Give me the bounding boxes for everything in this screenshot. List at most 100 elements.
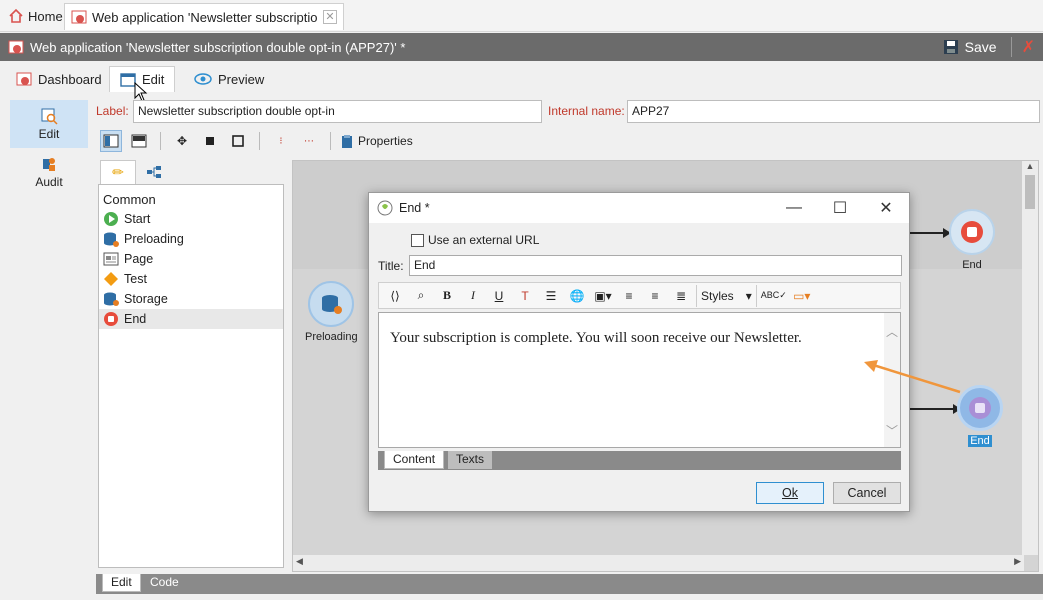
- palette-item-end[interactable]: End: [99, 309, 283, 329]
- title-caption: Title:: [378, 259, 404, 273]
- node-label-selected: End: [968, 435, 992, 447]
- save-button[interactable]: Save: [943, 39, 997, 55]
- editor-toolbar: ⟨⟩ ⌕ B I U T ☰ 🌐 ▣▾ ≡ ≡ ≣ Styles ▾ ABC✓ …: [378, 282, 901, 309]
- align-horizontal-icon[interactable]: ⋯: [298, 130, 320, 152]
- scroll-right-icon[interactable]: ▶: [1014, 556, 1021, 567]
- palette-item-test[interactable]: Test: [99, 269, 283, 289]
- align-left-icon[interactable]: ≡: [618, 285, 640, 307]
- minimize-icon[interactable]: —: [771, 193, 817, 223]
- palette-item-label: Page: [124, 252, 154, 266]
- external-url-label: Use an external URL: [428, 233, 540, 247]
- nav-edit[interactable]: Edit: [10, 100, 88, 148]
- insert-image-icon[interactable]: ▣▾: [592, 285, 614, 307]
- scroll-down-icon[interactable]: ﹀: [884, 422, 900, 439]
- dialog-app-icon: [377, 200, 393, 216]
- close-tab-icon[interactable]: ✕: [323, 10, 337, 24]
- palette-item-storage[interactable]: Storage: [99, 289, 283, 309]
- styles-dropdown[interactable]: Styles ▾: [696, 284, 757, 307]
- tab-content[interactable]: Content: [384, 451, 445, 469]
- ok-label: Ok: [782, 486, 798, 500]
- title-field[interactable]: End: [409, 255, 902, 276]
- tab-preview-label: Preview: [218, 71, 265, 87]
- home-icon: [9, 8, 23, 23]
- ok-button[interactable]: Ok: [756, 482, 824, 504]
- internal-name-field[interactable]: APP27: [627, 100, 1040, 123]
- layout-left-icon[interactable]: [100, 130, 122, 152]
- tab-activities[interactable]: ✏: [100, 160, 136, 184]
- left-nav: Edit Audit: [10, 100, 88, 590]
- checkbox-box[interactable]: [411, 233, 424, 247]
- scroll-up-icon[interactable]: ︿: [884, 323, 900, 340]
- floppy-icon: [943, 40, 958, 54]
- eye-icon: [194, 73, 212, 85]
- scroll-thumb[interactable]: [1025, 175, 1035, 209]
- align-center-icon[interactable]: ≡: [644, 285, 666, 307]
- tab-dashboard[interactable]: Dashboard: [6, 66, 112, 92]
- cancel-button[interactable]: Cancel: [833, 482, 901, 504]
- toolbar-separator: [160, 132, 161, 150]
- webapp-icon: [8, 40, 24, 54]
- label-field[interactable]: Newsletter subscription double opt-in: [133, 100, 542, 123]
- spellcheck-icon[interactable]: ABC✓: [761, 285, 787, 307]
- source-code-icon[interactable]: ⟨⟩: [384, 285, 406, 307]
- editor-tabs: Content Texts: [378, 451, 901, 470]
- fit-icon[interactable]: ✥: [171, 130, 193, 152]
- palette-item-start[interactable]: Start: [99, 209, 283, 229]
- text-color-icon[interactable]: T: [514, 285, 536, 307]
- stop-icon: [104, 312, 118, 326]
- node-preloading[interactable]: Preloading: [305, 281, 358, 343]
- layout-top-icon[interactable]: [128, 130, 150, 152]
- scroll-left-icon[interactable]: ◀: [296, 556, 303, 567]
- palette-item-preloading[interactable]: Preloading: [99, 229, 283, 249]
- properties-button[interactable]: Properties: [341, 134, 413, 149]
- webapp-icon: [71, 10, 87, 24]
- find-binoculars-icon[interactable]: ⌕: [410, 285, 432, 307]
- end-dialog: End * — ☐ ✕ Use an external URL Title: E…: [368, 192, 910, 512]
- tab-dashboard-label: Dashboard: [38, 71, 102, 87]
- pencil-icon: ✏: [112, 164, 124, 180]
- scroll-up-icon[interactable]: ▲: [1022, 161, 1038, 171]
- align-justify-icon[interactable]: ≣: [670, 285, 692, 307]
- database-icon: [104, 232, 119, 247]
- link-globe-icon[interactable]: 🌐: [566, 285, 588, 307]
- italic-icon[interactable]: I: [462, 285, 484, 307]
- top-tab-bar: Home Web application 'Newsletter subscri…: [0, 0, 1043, 32]
- palette-item-label: Preloading: [124, 232, 184, 246]
- preloading-node-circle: [308, 281, 355, 327]
- personalization-icon[interactable]: ▭▾: [791, 285, 813, 307]
- tab-hierarchy[interactable]: [136, 160, 172, 184]
- maximize-icon[interactable]: ☐: [817, 193, 863, 223]
- activity-palette: Common Start Preloading Page Test Storag…: [98, 184, 284, 568]
- start-icon: [104, 212, 118, 226]
- bullet-list-icon[interactable]: ☰: [540, 285, 562, 307]
- annotation-arrow: [864, 360, 961, 394]
- dialog-title: End *: [399, 201, 430, 215]
- node-end-top[interactable]: End: [949, 209, 995, 271]
- align-vertical-icon[interactable]: ⁝: [270, 130, 292, 152]
- palette-item-page[interactable]: Page: [99, 249, 283, 269]
- chevron-down-icon: ▾: [745, 288, 752, 303]
- edit-search-icon: [41, 108, 58, 125]
- document-tab[interactable]: Web application 'Newsletter subscription…: [64, 3, 344, 30]
- content-editor[interactable]: Your subscription is complete. You will …: [378, 312, 901, 448]
- close-editor-icon[interactable]: ✗: [1022, 37, 1035, 57]
- close-icon[interactable]: ✕: [863, 193, 909, 223]
- palette-item-label: End: [124, 312, 147, 326]
- horizontal-scrollbar[interactable]: ◀ ▶: [293, 555, 1024, 571]
- label-caption: Label:: [96, 104, 129, 118]
- tab-preview[interactable]: Preview: [184, 66, 274, 92]
- nav-audit[interactable]: Audit: [10, 148, 88, 196]
- underline-icon[interactable]: U: [488, 285, 510, 307]
- tab-texts[interactable]: Texts: [448, 451, 493, 469]
- actual-size-icon[interactable]: [199, 130, 221, 152]
- external-url-checkbox[interactable]: Use an external URL: [411, 233, 539, 247]
- tab-edit-bottom[interactable]: Edit: [102, 574, 141, 592]
- home-tab[interactable]: Home: [2, 3, 69, 29]
- bold-icon[interactable]: B: [436, 285, 458, 307]
- vertical-scrollbar[interactable]: ▲: [1022, 161, 1038, 555]
- audit-icon: [43, 158, 55, 171]
- save-label: Save: [964, 39, 997, 55]
- zoom-fit-icon[interactable]: [227, 130, 249, 152]
- node-label: End: [962, 259, 982, 271]
- tab-code[interactable]: Code: [142, 574, 187, 592]
